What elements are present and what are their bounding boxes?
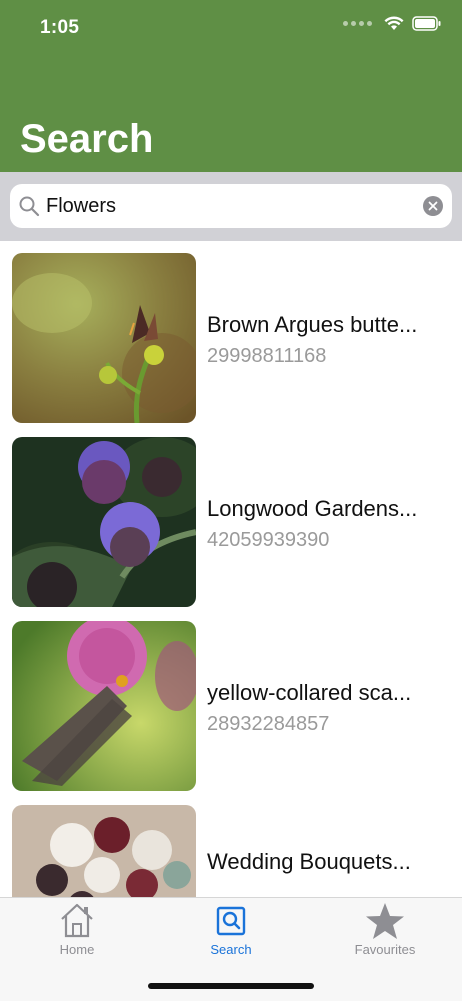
home-icon (61, 903, 93, 938)
battery-icon (412, 16, 441, 31)
result-thumbnail (12, 437, 196, 607)
star-icon (366, 903, 404, 939)
result-title: Longwood Gardens... (207, 496, 418, 521)
result-row[interactable]: Longwood Gardens... 42059939390 (0, 425, 462, 607)
result-title: Brown Argues butte... (207, 312, 418, 337)
result-thumbnail (12, 805, 196, 897)
status-icons (343, 16, 442, 31)
result-thumbnail (12, 253, 196, 423)
tab-favourites-label: Favourites (354, 942, 416, 957)
result-id: 42059939390 (207, 529, 330, 551)
tab-search-label: Search (210, 942, 252, 957)
clear-search-button[interactable] (423, 196, 443, 216)
home-indicator (148, 983, 314, 989)
tab-home[interactable]: Home (0, 898, 154, 968)
signal-icon (343, 21, 372, 26)
search-input[interactable] (46, 184, 406, 228)
page-title: Search (20, 117, 154, 161)
status-time: 1:05 (40, 17, 80, 38)
result-row[interactable]: Brown Argues butte... 29998811168 (0, 241, 462, 423)
result-row[interactable]: Wedding Bouquets... (0, 793, 462, 897)
result-title: yellow-collared sca... (207, 680, 412, 705)
result-thumbnail (12, 621, 196, 791)
result-id: 28932284857 (207, 713, 330, 735)
tab-favourites[interactable]: Favourites (308, 898, 462, 968)
tab-home-label: Home (59, 942, 95, 957)
result-id: 29998811168 (207, 345, 327, 367)
tab-search[interactable]: Search (154, 898, 308, 968)
navigation-header: 1:05 Search (0, 0, 462, 172)
result-title: Wedding Bouquets... (207, 849, 411, 874)
search-tab-icon (216, 906, 246, 936)
search-bar-container (0, 172, 462, 241)
result-row[interactable]: yellow-collared sca... 28932284857 (0, 609, 462, 791)
status-bar: 1:05 (0, 0, 462, 56)
clear-icon (428, 201, 438, 211)
results-list: Brown Argues butte... 29998811168 Longwo… (0, 241, 462, 897)
search-field[interactable] (10, 184, 452, 228)
search-icon (19, 196, 40, 217)
wifi-icon (384, 16, 404, 30)
